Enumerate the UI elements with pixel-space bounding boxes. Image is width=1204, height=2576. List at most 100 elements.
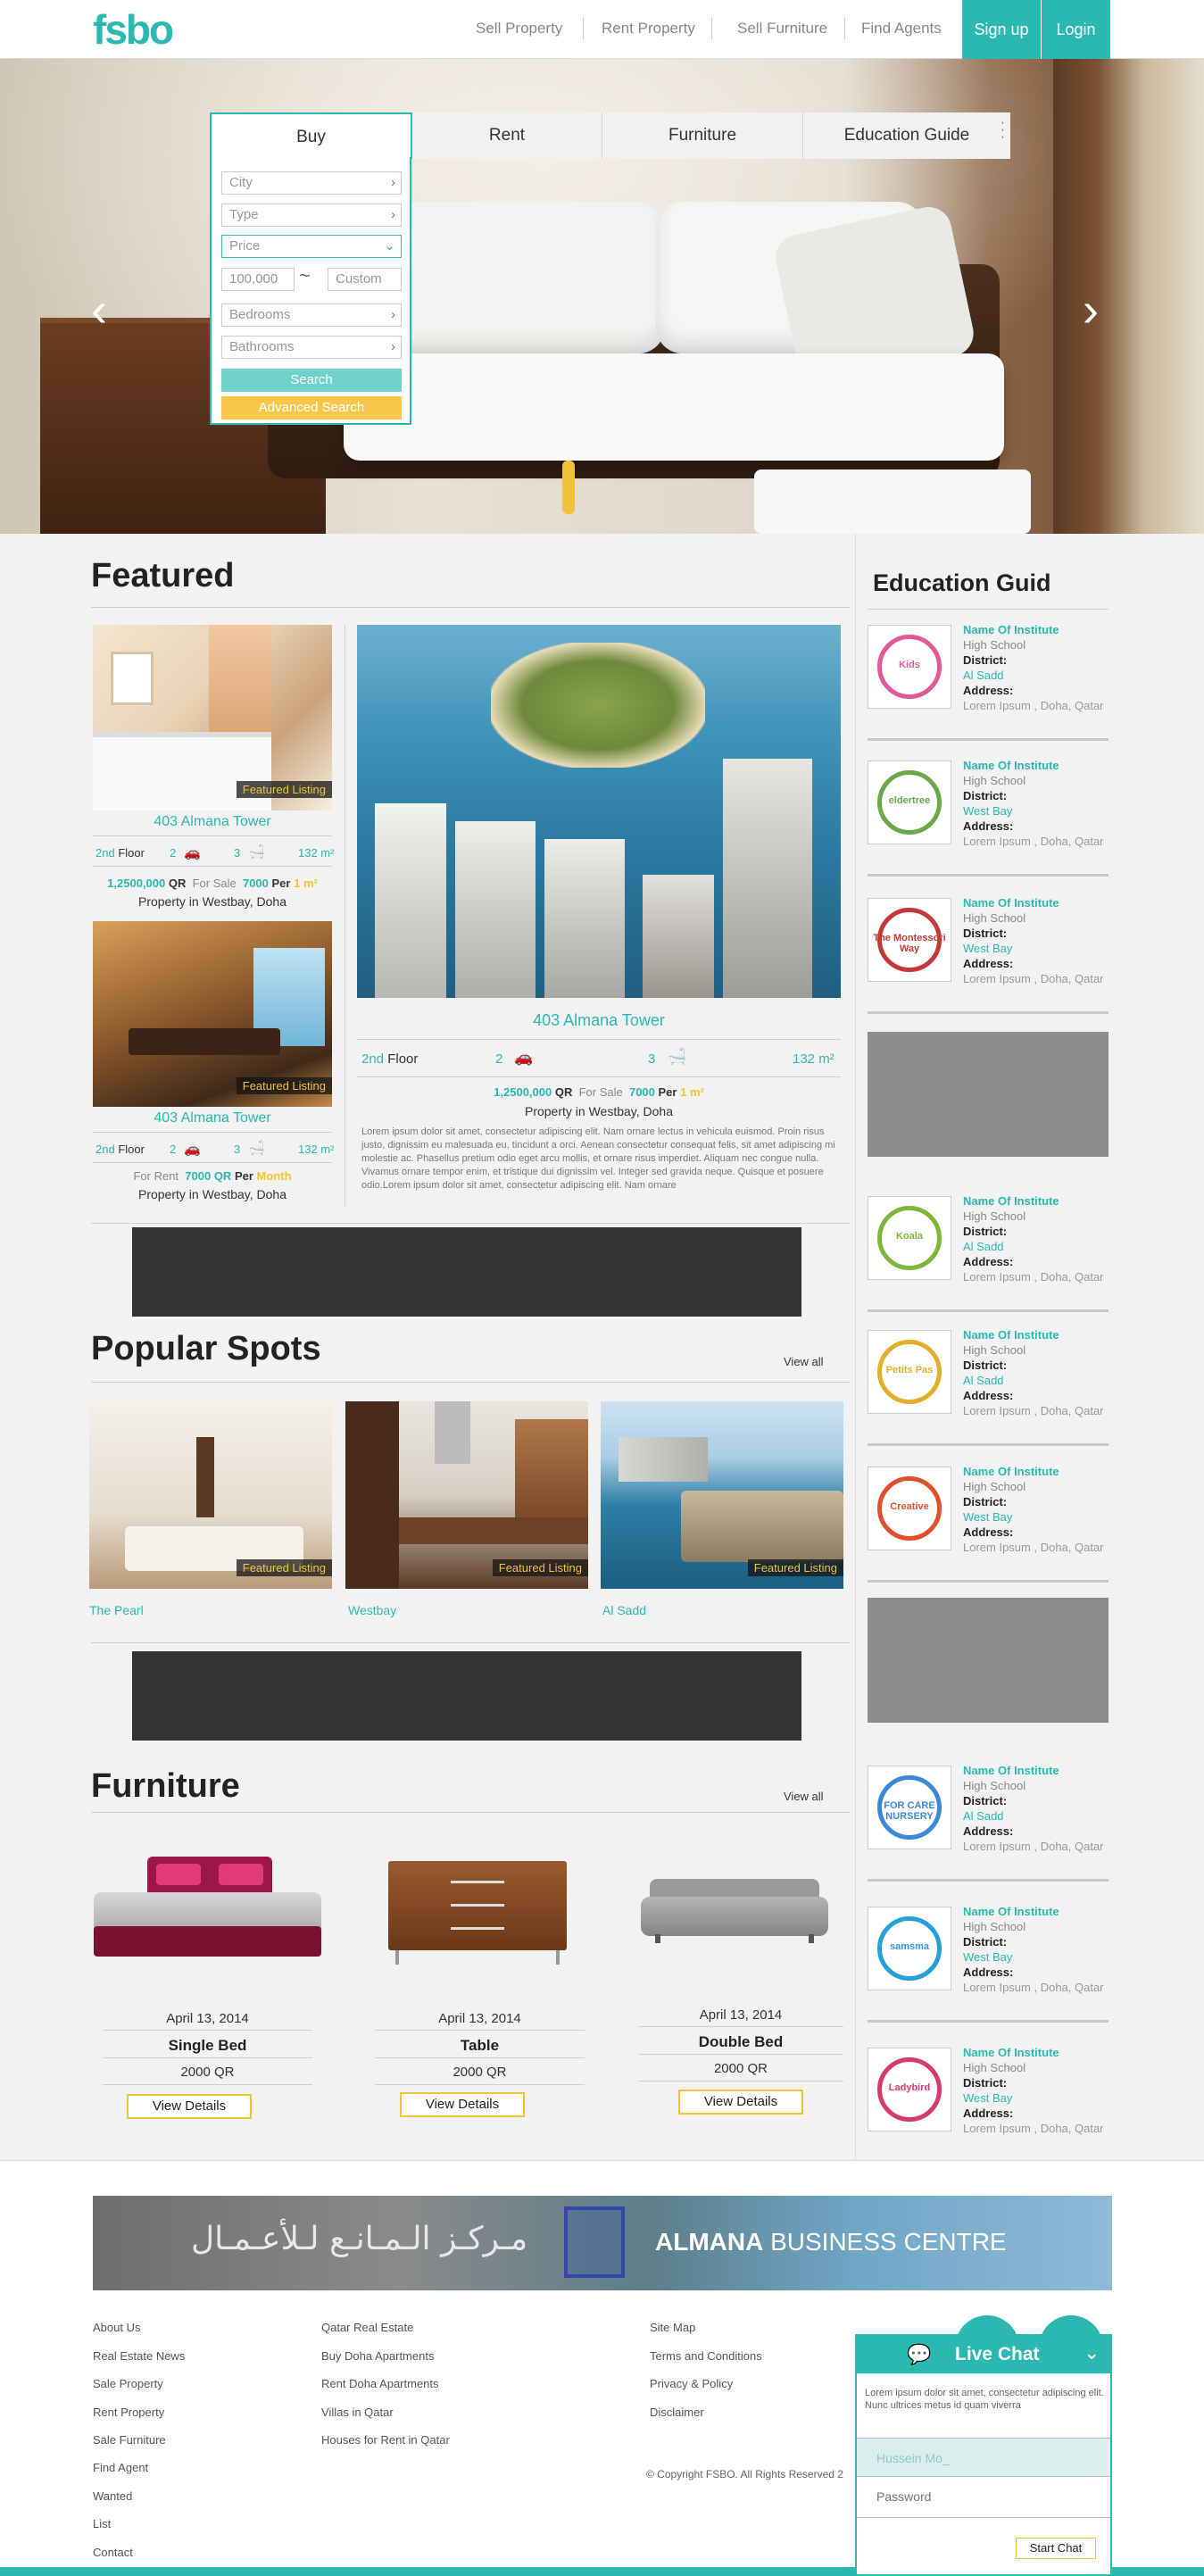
footer-link[interactable]: Buy Doha Apartments bbox=[321, 2349, 434, 2363]
footer-link[interactable]: Terms and Conditions bbox=[650, 2349, 762, 2363]
chat-password-input[interactable] bbox=[857, 2479, 1110, 2518]
footer-link[interactable]: Contact bbox=[93, 2546, 133, 2559]
institute-name[interactable]: Name Of Institute bbox=[963, 1328, 1059, 1342]
education-item[interactable]: Ladybird Name Of Institute High School Dist… bbox=[868, 2039, 1109, 2164]
footer-link[interactable]: Wanted bbox=[93, 2489, 132, 2503]
price-select[interactable]: Price ⌄ bbox=[221, 235, 402, 258]
featured-main-image[interactable] bbox=[357, 625, 841, 998]
ad-banner[interactable] bbox=[132, 1227, 801, 1317]
education-item[interactable]: samsma Name Of Institute High School Distri… bbox=[868, 1898, 1109, 2023]
popular-view-all[interactable]: View all bbox=[784, 1355, 824, 1368]
advanced-search-button[interactable]: Advanced Search bbox=[221, 396, 402, 420]
district-value[interactable]: Al Sadd bbox=[963, 669, 1004, 682]
education-item[interactable]: Kids Name Of Institute High School District… bbox=[868, 616, 1109, 741]
footer-link[interactable]: Privacy & Policy bbox=[650, 2377, 733, 2390]
institute-logo[interactable]: FOR CARE NURSERY bbox=[868, 1766, 951, 1849]
footer-link[interactable]: Disclaimer bbox=[650, 2406, 704, 2419]
listing-image[interactable]: Featured Listing bbox=[93, 921, 332, 1107]
furniture-name[interactable]: Single Bed bbox=[94, 2037, 321, 2055]
spot-image[interactable]: Featured Listing bbox=[601, 1401, 843, 1589]
institute-logo[interactable]: Creative bbox=[868, 1467, 951, 1550]
signup-button[interactable]: Sign up bbox=[962, 0, 1041, 59]
search-button[interactable]: Search bbox=[221, 369, 402, 392]
district-value[interactable]: Al Sadd bbox=[963, 1374, 1004, 1387]
tab-buy[interactable]: Buy bbox=[210, 112, 412, 159]
institute-logo[interactable]: samsma bbox=[868, 1907, 951, 1990]
nav-sell-furniture[interactable]: Sell Furniture bbox=[737, 20, 827, 37]
institute-logo[interactable]: The Montessori Way bbox=[868, 898, 951, 982]
institute-logo[interactable]: Ladybird bbox=[868, 2048, 951, 2131]
footer-link[interactable]: Site Map bbox=[650, 2321, 695, 2334]
education-item[interactable]: FOR CARE NURSERY Name Of Institute High Sc… bbox=[868, 1757, 1109, 1882]
spot-name[interactable]: Westbay bbox=[348, 1603, 396, 1617]
district-value[interactable]: West Bay bbox=[963, 942, 1012, 955]
institute-name[interactable]: Name Of Institute bbox=[963, 2046, 1059, 2059]
district-value[interactable]: Al Sadd bbox=[963, 1240, 1004, 1253]
sidebar-ad[interactable] bbox=[868, 1598, 1109, 1723]
chevron-down-icon[interactable]: ⌄ bbox=[1084, 2341, 1100, 2364]
listing-title[interactable]: 403 Almana Tower bbox=[357, 1011, 841, 1030]
institute-name[interactable]: Name Of Institute bbox=[963, 623, 1059, 636]
education-item[interactable]: The Montessori Way Name Of Institute High … bbox=[868, 889, 1109, 1014]
institute-logo[interactable]: Koala bbox=[868, 1196, 951, 1280]
view-details-button[interactable]: View Details bbox=[678, 2090, 803, 2115]
ad-banner[interactable] bbox=[132, 1651, 801, 1741]
bathrooms-select[interactable]: Bathrooms › bbox=[221, 336, 402, 359]
spot-name[interactable]: Al Sadd bbox=[602, 1603, 646, 1617]
education-item[interactable]: Koala Name Of Institute High School Distric… bbox=[868, 1187, 1109, 1312]
education-item[interactable]: eldertree Name Of Institute High School Dis… bbox=[868, 752, 1109, 877]
footer-link[interactable]: Qatar Real Estate bbox=[321, 2321, 413, 2334]
prev-slide-icon[interactable]: ‹ bbox=[91, 282, 107, 337]
furniture-image[interactable] bbox=[388, 1861, 567, 1968]
view-details-button[interactable]: View Details bbox=[127, 2094, 252, 2119]
footer-link[interactable]: Real Estate News bbox=[93, 2349, 185, 2363]
footer-link[interactable]: About Us bbox=[93, 2321, 140, 2334]
more-dots-icon[interactable]: · · · bbox=[1001, 116, 1005, 145]
footer-link[interactable]: Villas in Qatar bbox=[321, 2406, 394, 2419]
institute-name[interactable]: Name Of Institute bbox=[963, 1905, 1059, 1918]
institute-name[interactable]: Name Of Institute bbox=[963, 1465, 1059, 1478]
bedrooms-select[interactable]: Bedrooms › bbox=[221, 303, 402, 327]
furniture-image[interactable] bbox=[94, 1857, 321, 1964]
city-select[interactable]: City › bbox=[221, 171, 402, 195]
furniture-name[interactable]: Table bbox=[366, 2037, 594, 2055]
furniture-view-all[interactable]: View all bbox=[784, 1790, 824, 1803]
listing-title[interactable]: 403 Almana Tower bbox=[93, 814, 332, 830]
institute-name[interactable]: Name Of Institute bbox=[963, 896, 1059, 910]
footer-link[interactable]: Find Agent bbox=[93, 2461, 148, 2474]
tab-education-guide[interactable]: Education Guide bbox=[803, 112, 1010, 159]
furniture-name[interactable]: Double Bed bbox=[629, 2033, 852, 2051]
price-max-input[interactable]: Custom bbox=[328, 268, 402, 291]
district-value[interactable]: West Bay bbox=[963, 804, 1012, 818]
type-select[interactable]: Type › bbox=[221, 204, 402, 227]
nav-sell-property[interactable]: Sell Property bbox=[476, 20, 562, 37]
institute-logo[interactable]: Kids bbox=[868, 625, 951, 709]
logo[interactable]: fsbo bbox=[93, 5, 174, 54]
chat-name-input[interactable]: Hussein Mo_ bbox=[857, 2438, 1110, 2477]
district-value[interactable]: West Bay bbox=[963, 2091, 1012, 2105]
start-chat-button[interactable]: Start Chat bbox=[1016, 2538, 1096, 2559]
footer-link[interactable]: List bbox=[93, 2517, 111, 2530]
spot-image[interactable]: Featured Listing bbox=[89, 1401, 332, 1589]
footer-link[interactable]: Rent Property bbox=[93, 2406, 164, 2419]
login-button[interactable]: Login bbox=[1041, 0, 1110, 59]
listing-image[interactable]: Featured Listing bbox=[93, 625, 332, 810]
almana-banner[interactable]: مـركـز الـمـانـع لـلأعـمـال ALMANA BUSIN… bbox=[93, 2196, 1112, 2290]
footer-link[interactable]: Houses for Rent in Qatar bbox=[321, 2433, 450, 2447]
sidebar-ad[interactable] bbox=[868, 1032, 1109, 1157]
district-value[interactable]: West Bay bbox=[963, 1950, 1012, 1964]
district-value[interactable]: Al Sadd bbox=[963, 1809, 1004, 1823]
spot-name[interactable]: The Pearl bbox=[89, 1603, 144, 1617]
spot-image[interactable]: Featured Listing bbox=[345, 1401, 588, 1589]
institute-name[interactable]: Name Of Institute bbox=[963, 1764, 1059, 1777]
next-slide-icon[interactable]: › bbox=[1083, 282, 1099, 337]
education-item[interactable]: Petits Pas Name Of Institute High School Di… bbox=[868, 1321, 1109, 1446]
chat-header[interactable]: 💬 Live Chat ⌄ bbox=[857, 2336, 1110, 2373]
footer-link[interactable]: Rent Doha Apartments bbox=[321, 2377, 439, 2390]
tab-rent[interactable]: Rent bbox=[412, 112, 602, 159]
listing-title[interactable]: 403 Almana Tower bbox=[93, 1110, 332, 1126]
password-field[interactable] bbox=[857, 2479, 1071, 2514]
view-details-button[interactable]: View Details bbox=[400, 2092, 525, 2117]
institute-name[interactable]: Name Of Institute bbox=[963, 1194, 1059, 1208]
furniture-image[interactable] bbox=[641, 1879, 828, 1950]
